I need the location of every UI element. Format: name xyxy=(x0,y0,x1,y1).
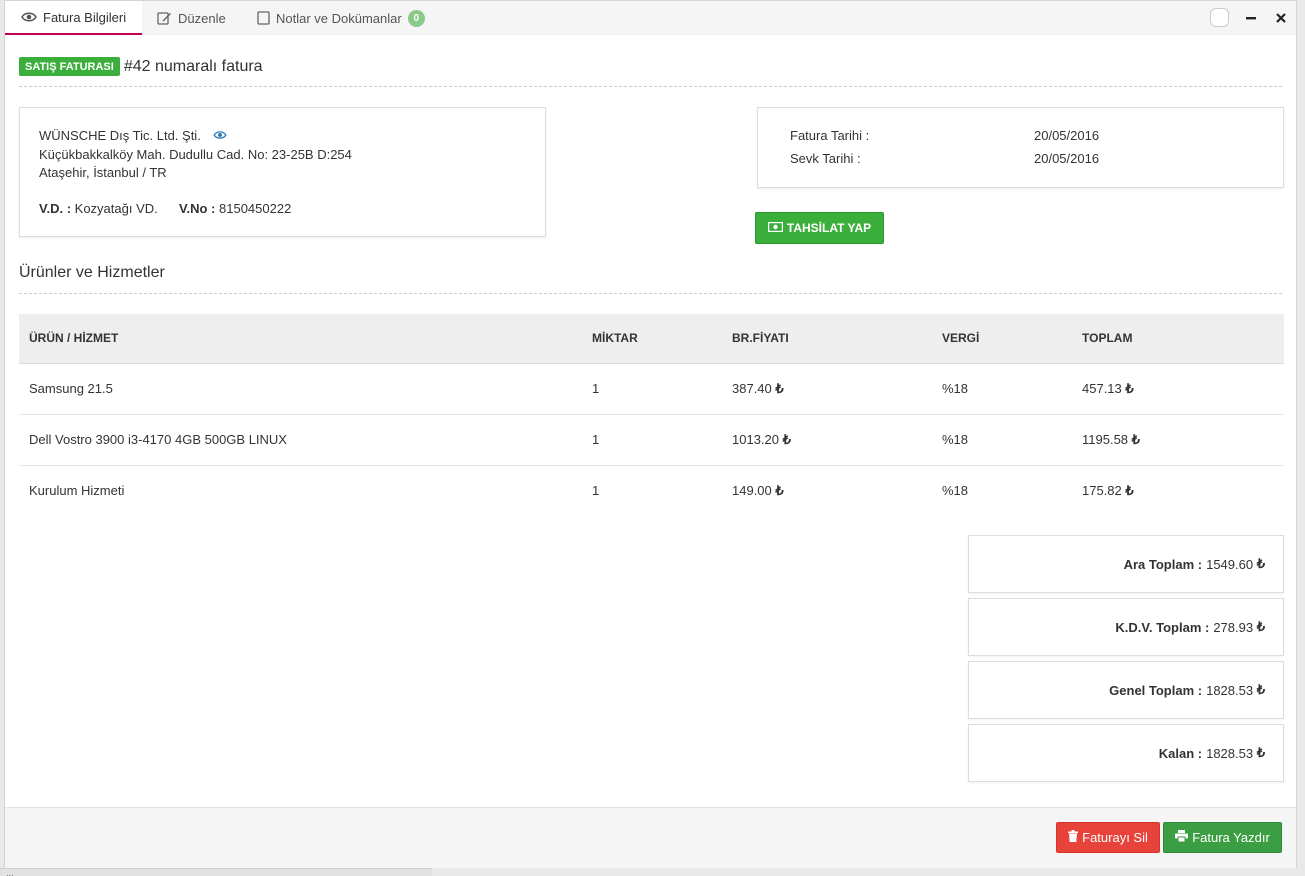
invoice-window: Fatura Bilgileri Düzenle Notlar ve Doküm… xyxy=(4,0,1297,868)
divider xyxy=(19,293,1282,294)
print-invoice-label: Fatura Yazdır xyxy=(1192,830,1270,845)
tax-number-value: 8150450222 xyxy=(219,201,292,216)
grand-total-box: Genel Toplam : 1828.53 ₺ xyxy=(968,661,1284,719)
status-text: ... xyxy=(6,868,14,876)
vat-total-box: K.D.V. Toplam : 278.93 ₺ xyxy=(968,598,1284,656)
cell-product: Kurulum Hizmeti xyxy=(29,483,125,499)
cell-unit-price: 1013.20 ₺ xyxy=(722,414,932,466)
print-invoice-button[interactable]: Fatura Yazdır xyxy=(1163,822,1282,853)
cell-quantity: 1 xyxy=(582,363,722,415)
invoice-date-label: Fatura Tarihi : xyxy=(790,128,870,143)
close-icon xyxy=(1276,11,1286,26)
customer-address-line1: Küçükbakkalköy Mah. Dudullu Cad. No: 23-… xyxy=(39,147,352,162)
cell-unit-price: 149.00 ₺ xyxy=(732,482,784,498)
eye-icon xyxy=(21,11,37,23)
page-title: #42 numaralı fatura xyxy=(123,57,263,75)
tab-label: Notlar ve Dokümanlar xyxy=(276,10,402,26)
cell-tax: %18 xyxy=(942,483,969,499)
edit-icon xyxy=(157,11,172,25)
minimize-icon xyxy=(1246,11,1256,26)
tab-invoice-info[interactable]: Fatura Bilgileri xyxy=(5,1,142,35)
invoice-header: SATIŞ FATURASI #42 numaralı fatura xyxy=(19,57,263,76)
subtotal-label: Ara Toplam : xyxy=(1123,556,1203,572)
cell-quantity: 1 xyxy=(582,414,722,466)
ship-date-value: 20/05/2016 xyxy=(1034,151,1100,166)
tax-office-value: Kozyatağı VD. xyxy=(74,201,158,216)
cell-quantity: 1 xyxy=(592,483,600,499)
cell-unit-price: 387.40 ₺ xyxy=(722,363,932,415)
remaining-box: Kalan : 1828.53 ₺ xyxy=(968,724,1284,782)
customer-panel: WÜNSCHE Dış Tic. Ltd. Şti. Küçükbakkalkö… xyxy=(19,107,546,237)
cell-tax: %18 xyxy=(932,363,1072,415)
col-header-total: TOPLAM xyxy=(1072,314,1284,364)
status-bar: ... xyxy=(0,868,432,876)
subtotal-value: 1549.60 xyxy=(1206,556,1254,572)
ship-date-label: Sevk Tarihi : xyxy=(790,151,861,166)
print-icon xyxy=(1175,830,1189,845)
delete-invoice-label: Faturayı Sil xyxy=(1082,830,1148,845)
notes-count-badge: 0 xyxy=(407,9,425,27)
vat-total-label: K.D.V. Toplam : xyxy=(1115,619,1210,635)
remaining-value: 1828.53 xyxy=(1206,745,1254,761)
money-icon xyxy=(767,221,784,235)
customer-name: WÜNSCHE Dış Tic. Ltd. Şti. xyxy=(39,128,201,143)
subtotal-box: Ara Toplam : 1549.60 ₺ xyxy=(968,535,1284,593)
cell-tax: %18 xyxy=(932,414,1072,466)
dates-panel: Fatura Tarihi : 20/05/2016 Sevk Tarihi :… xyxy=(757,107,1284,188)
table-row: Samsung 21.5 1 387.40 ₺ %18 457.13 ₺ xyxy=(19,363,1284,415)
vat-total-value: 278.93 xyxy=(1213,619,1254,635)
col-header-product: ÜRÜN / HİZMET xyxy=(19,314,582,364)
table-header-row: ÜRÜN / HİZMET MİKTAR BR.FİYATI VERGİ TOP… xyxy=(19,314,1284,364)
invoice-date-value: 20/05/2016 xyxy=(1034,128,1100,143)
tab-bar: Fatura Bilgileri Düzenle Notlar ve Doküm… xyxy=(5,1,1296,35)
tab-notes-docs[interactable]: Notlar ve Dokümanlar 0 xyxy=(257,1,425,35)
invoice-type-badge: SATIŞ FATURASI xyxy=(19,57,120,76)
cell-total: 457.13 ₺ xyxy=(1072,363,1284,415)
tab-label: Düzenle xyxy=(178,10,226,26)
products-section-title: Ürünler ve Hizmetler xyxy=(19,264,165,281)
tax-number-label: V.No : xyxy=(179,201,216,216)
tab-label: Fatura Bilgileri xyxy=(43,9,127,25)
col-header-quantity: MİKTAR xyxy=(582,314,722,364)
delete-invoice-button[interactable]: Faturayı Sil xyxy=(1056,822,1160,853)
items-table: ÜRÜN / HİZMET MİKTAR BR.FİYATI VERGİ TOP… xyxy=(19,314,1284,516)
collect-payment-button[interactable]: TAHSİLAT YAP xyxy=(755,212,884,244)
remaining-label: Kalan : xyxy=(1158,745,1203,761)
col-header-unit-price: BR.FİYATI xyxy=(722,314,932,364)
document-icon xyxy=(257,11,270,25)
grand-total-value: 1828.53 xyxy=(1206,682,1254,698)
maximize-button[interactable] xyxy=(1210,8,1229,27)
cell-product: Dell Vostro 3900 i3-4170 4GB 500GB LINUX xyxy=(19,414,582,466)
tax-office-label: V.D. : xyxy=(39,201,72,216)
cell-total: 1195.58 ₺ xyxy=(1072,414,1284,466)
grand-total-label: Genel Toplam : xyxy=(1109,682,1203,698)
cell-product: Samsung 21.5 xyxy=(19,363,582,415)
table-row: Dell Vostro 3900 i3-4170 4GB 500GB LINUX… xyxy=(19,414,1284,466)
table-row: Kurulum Hizmeti 1 149.00 ₺ %18 175.82 ₺ xyxy=(19,465,1284,516)
minimize-button[interactable] xyxy=(1241,8,1261,28)
customer-address-line2: Ataşehir, İstanbul / TR xyxy=(39,165,167,180)
eye-icon[interactable] xyxy=(213,128,227,143)
close-button[interactable] xyxy=(1271,8,1291,28)
divider xyxy=(19,86,1282,87)
tab-edit[interactable]: Düzenle xyxy=(157,1,226,35)
cell-total: 175.82 ₺ xyxy=(1082,482,1134,498)
trash-icon xyxy=(1068,830,1079,845)
footer-bar: Faturayı Sil Fatura Yazdır xyxy=(5,807,1296,868)
collect-payment-label: TAHSİLAT YAP xyxy=(786,221,872,235)
col-header-tax: VERGİ xyxy=(932,314,1072,364)
